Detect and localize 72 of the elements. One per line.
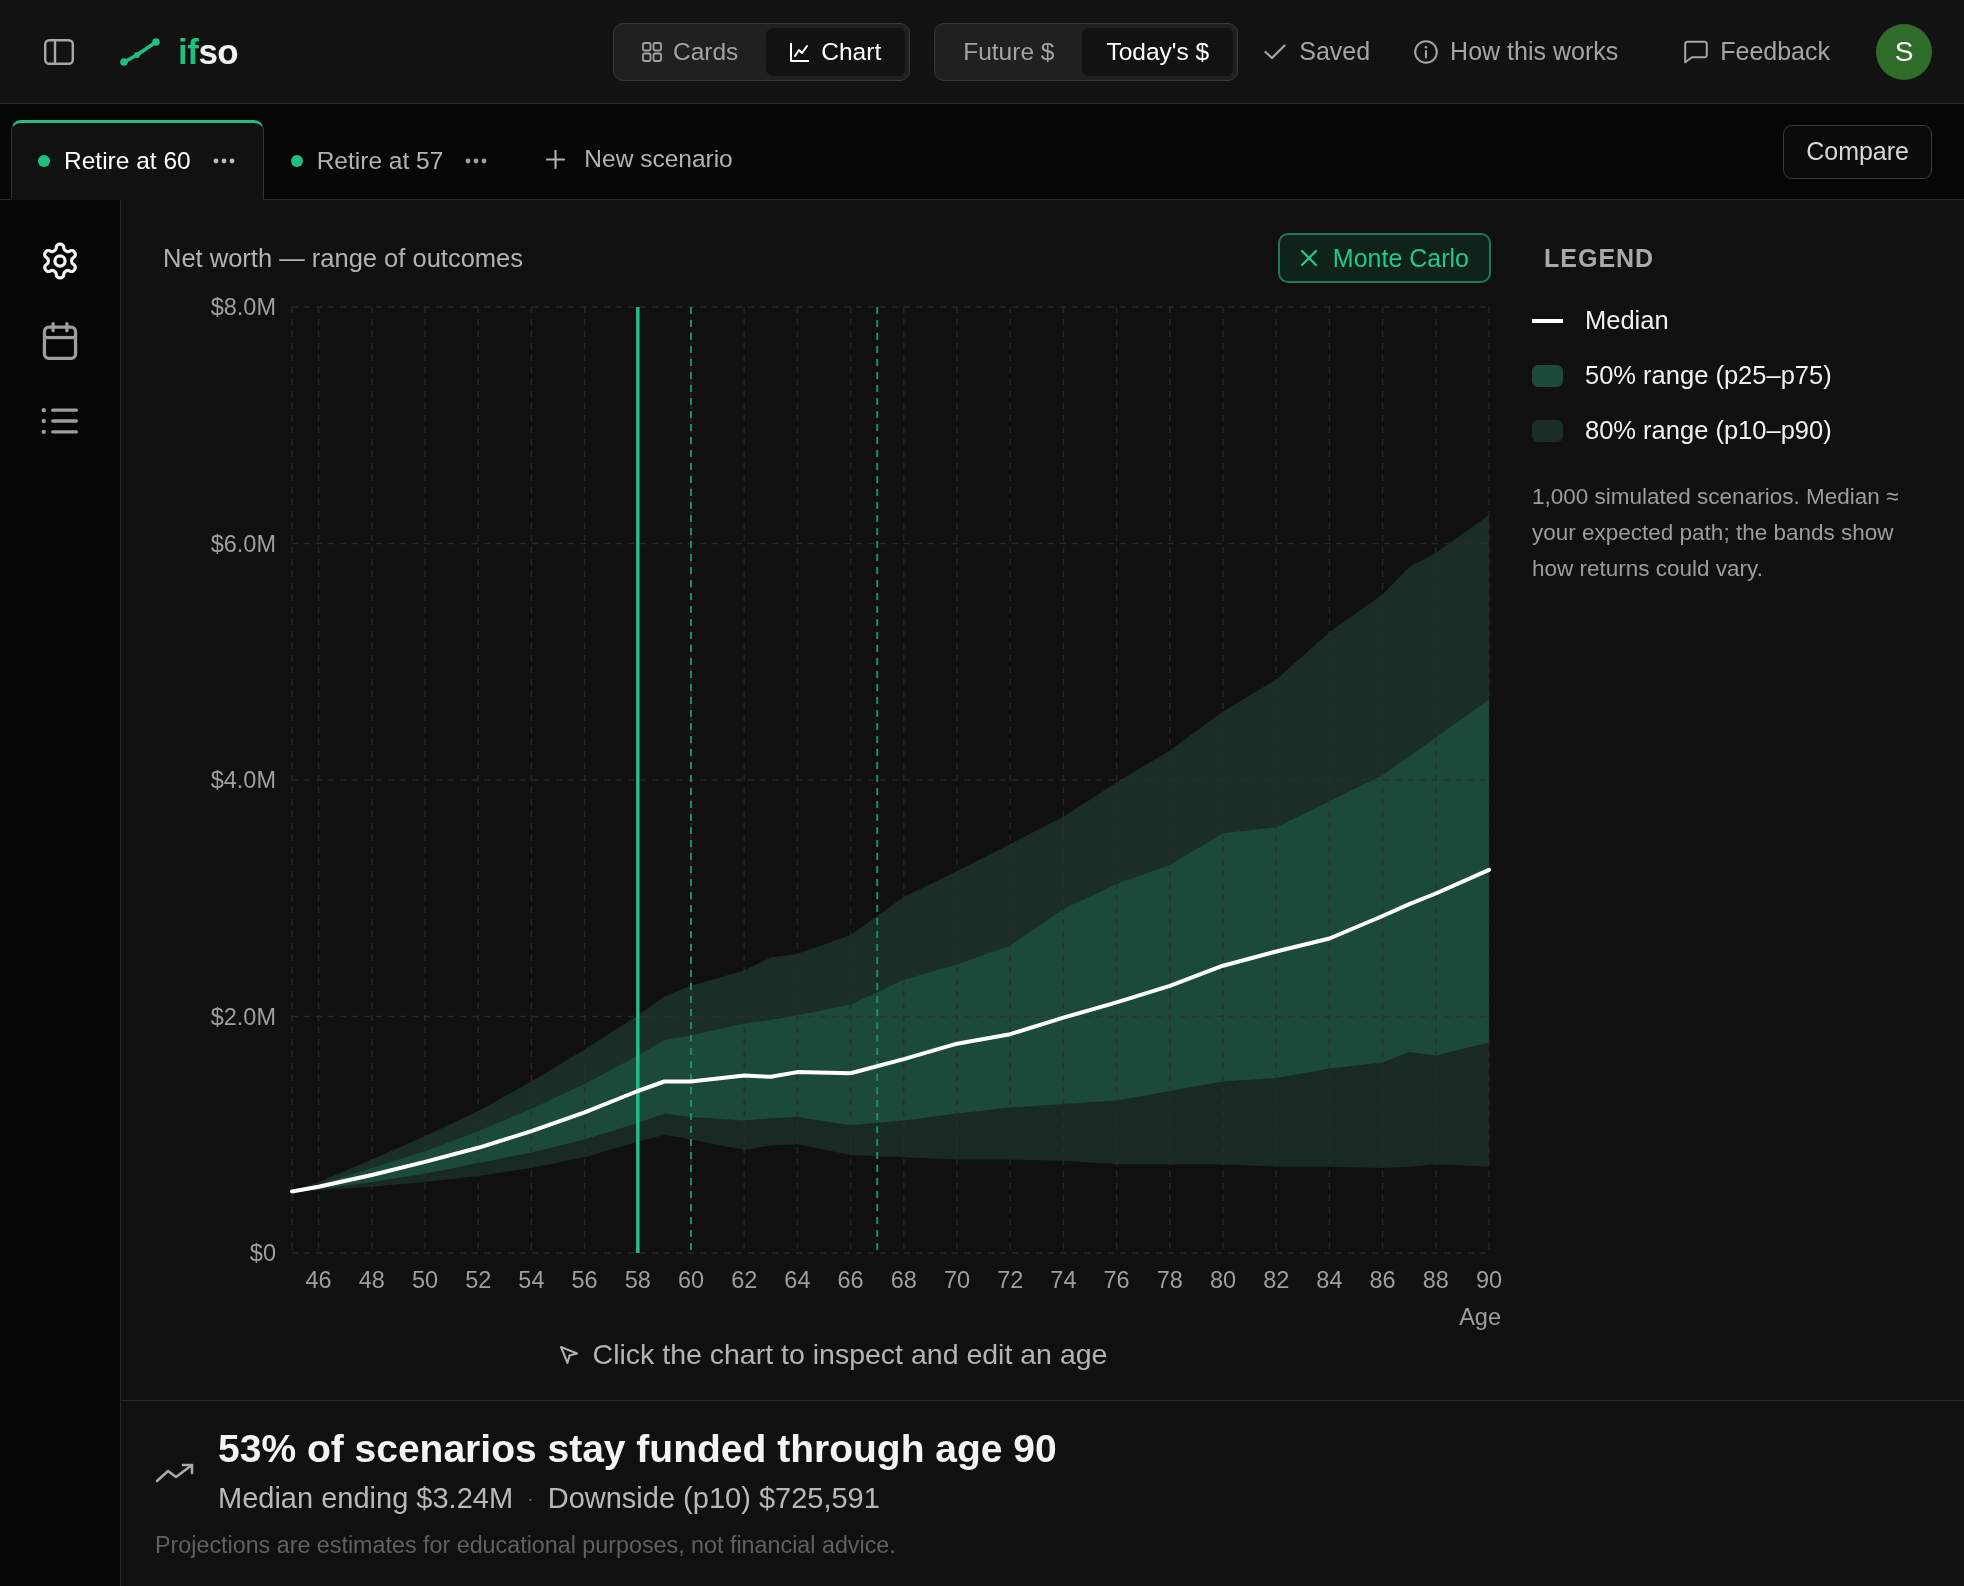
grid-icon <box>641 41 662 62</box>
legend-label: 80% range (p10–p90) <box>1585 416 1832 445</box>
view-option[interactable]: Chart <box>766 27 906 76</box>
header-link[interactable]: Feedback <box>1684 37 1830 66</box>
legend-label: 50% range (p25–p75) <box>1585 361 1832 390</box>
x-axis-label: 46 <box>305 1267 332 1293</box>
more-icon[interactable] <box>212 158 235 164</box>
legend-label: Median <box>1585 306 1669 335</box>
x-axis-label: 50 <box>411 1267 439 1293</box>
info-icon <box>1414 39 1439 64</box>
y-axis-label: $4.0M <box>210 767 276 793</box>
x-axis-label: 70 <box>943 1267 971 1293</box>
x-axis-label: 82 <box>1263 1267 1290 1293</box>
x-axis-label: 58 <box>624 1267 651 1293</box>
x-axis-label: 86 <box>1369 1267 1396 1293</box>
trend-up-icon <box>155 1462 195 1484</box>
x-axis-label: 62 <box>731 1267 758 1293</box>
chat-icon <box>1684 39 1709 64</box>
x-axis-label: 84 <box>1316 1267 1343 1293</box>
plus-icon <box>546 149 566 169</box>
disclaimer: Projections are estimates for educational purposes, not financial advice. <box>155 1531 897 1559</box>
x-axis-label: 52 <box>465 1267 492 1293</box>
settings-icon[interactable] <box>41 242 79 280</box>
monte-carlo-toggle[interactable]: Monte Carlo <box>1277 233 1491 283</box>
x-axis-label: 88 <box>1422 1267 1449 1293</box>
x-axis-label: 90 <box>1475 1267 1503 1293</box>
sidebar-toggle-icon[interactable] <box>44 38 74 65</box>
legend-title: LEGEND <box>1543 242 1655 274</box>
compare-button[interactable]: Compare <box>1783 124 1932 179</box>
summary-stat: Downside (p10) $725,591 <box>547 1481 880 1516</box>
check-icon <box>1264 43 1287 60</box>
view-option[interactable]: Cards <box>617 27 763 76</box>
more-icon[interactable] <box>465 158 488 164</box>
status-dot-icon <box>290 155 303 167</box>
header-link[interactable]: How this works <box>1414 37 1619 66</box>
x-axis-label: 48 <box>358 1267 385 1293</box>
cursor-icon <box>558 1344 579 1365</box>
x-axis-title: Age <box>1459 1304 1501 1330</box>
y-axis-label: $8.0M <box>210 294 276 320</box>
x-axis-label: 56 <box>571 1267 598 1293</box>
x-axis-label: 72 <box>997 1267 1024 1293</box>
status-dot-icon <box>38 155 50 167</box>
x-axis-label: 68 <box>890 1267 917 1293</box>
chart-title: Net worth — range of outcomes <box>163 243 523 273</box>
x-axis-label: 54 <box>518 1267 545 1293</box>
separator: · <box>527 1486 534 1510</box>
x-axis-label: 78 <box>1156 1267 1183 1293</box>
scenario-tab[interactable]: Retire at 60 <box>11 120 264 200</box>
save-status: Saved <box>1299 37 1371 66</box>
calendar-icon[interactable] <box>41 322 79 360</box>
currency-option[interactable]: Future $ <box>939 27 1079 76</box>
y-axis-label: $6.0M <box>210 530 276 557</box>
logo-wordmark: ifso <box>178 31 239 72</box>
x-axis-label: 80 <box>1209 1267 1237 1293</box>
x-axis-label: 60 <box>677 1267 705 1293</box>
x-axis-label: 64 <box>784 1267 811 1293</box>
x-axis-label: 66 <box>837 1267 864 1293</box>
y-axis-label: $0 <box>249 1240 276 1266</box>
line-chart-icon <box>790 41 811 62</box>
avatar[interactable]: S <box>1876 23 1932 80</box>
scenario-tab[interactable]: Retire at 57 <box>263 120 517 200</box>
currency-option[interactable]: Today's $ <box>1082 27 1234 76</box>
chart-hint: Click the chart to inspect and edit an age <box>592 1338 1108 1371</box>
summary-headline: 53% of scenarios stay funded through age 90 <box>218 1426 1057 1472</box>
legend-note: 1,000 simulated scenarios. Median ≈ your expected path; the bands show how returns could vary. <box>1532 483 1900 583</box>
logo-icon <box>120 37 160 66</box>
new-scenario-button[interactable]: New scenario <box>546 119 733 199</box>
summary-stat: Median ending $3.24M <box>218 1481 514 1516</box>
x-axis-label: 74 <box>1050 1267 1077 1293</box>
x-axis-label: 76 <box>1103 1267 1130 1293</box>
y-axis-label: $2.0M <box>210 1003 276 1030</box>
close-icon <box>1299 249 1318 267</box>
